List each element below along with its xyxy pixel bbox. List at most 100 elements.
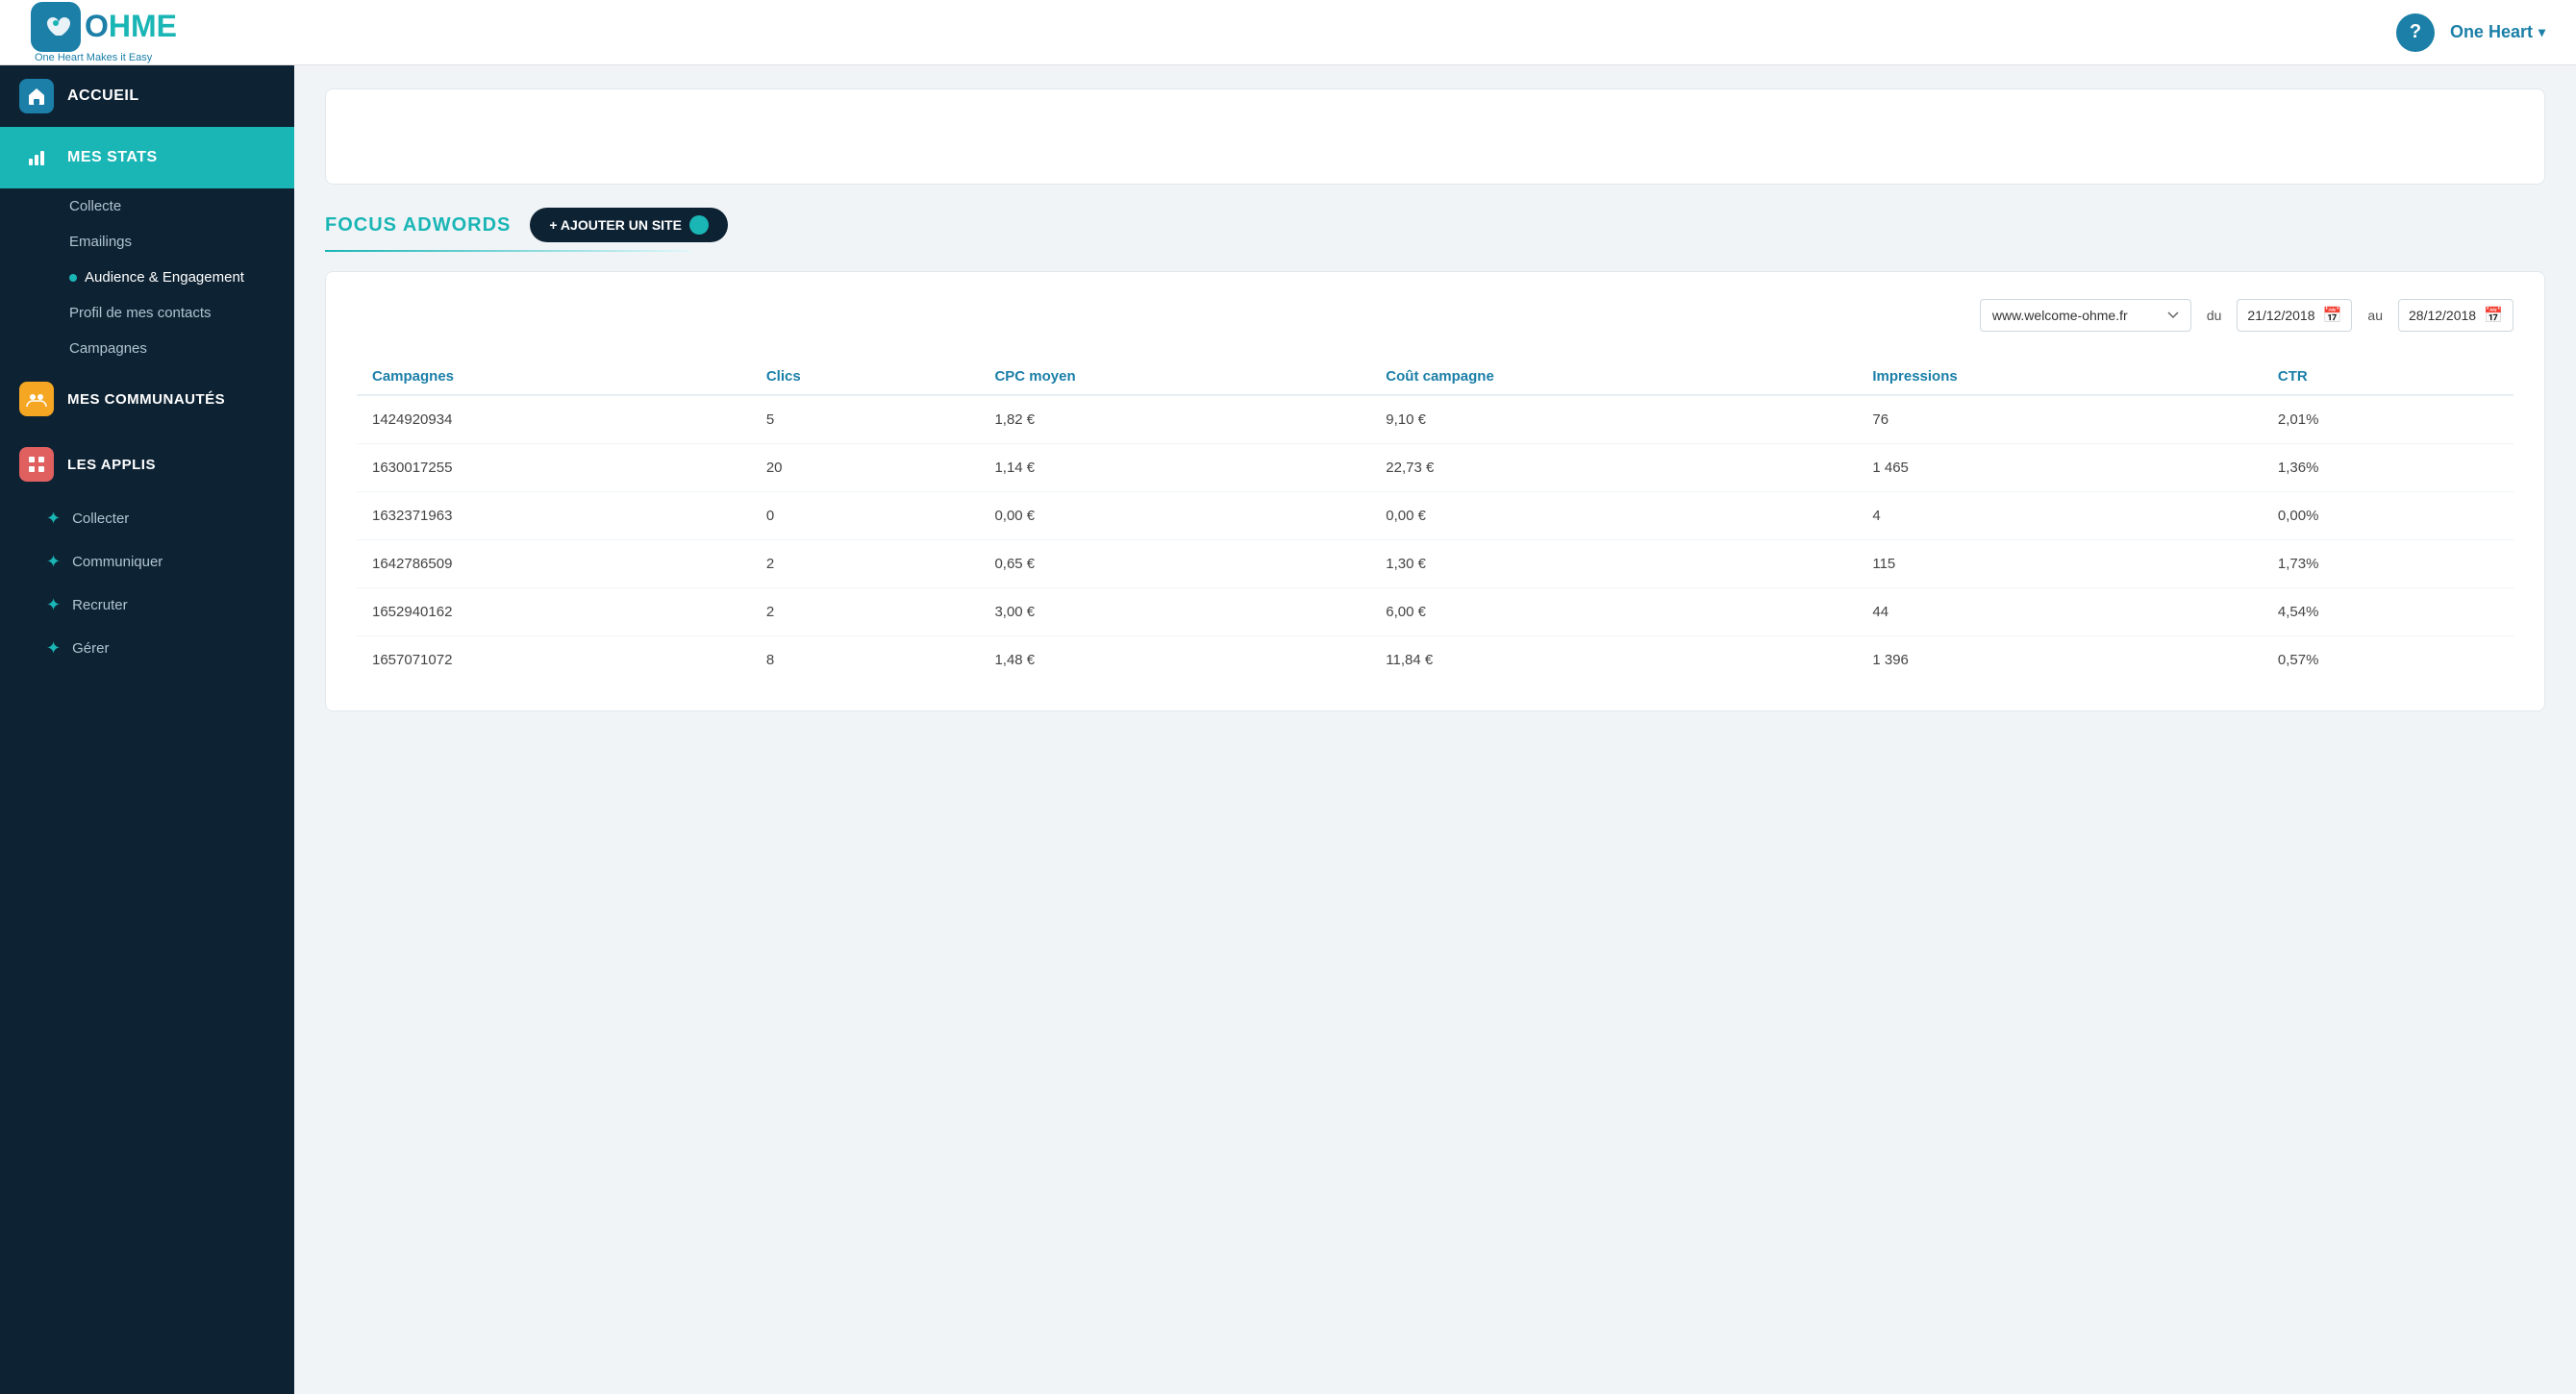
toggle-dot-icon (689, 215, 709, 235)
col-cpc[interactable]: CPC moyen (979, 359, 1370, 395)
sidebar-stats-label: MES STATS (67, 149, 158, 166)
top-header: OHME One Heart Makes it Easy ? One Heart… (0, 0, 2576, 65)
sidebar-subitem-emailings[interactable]: Emailings (0, 224, 294, 260)
sidebar-item-communautes[interactable]: MES COMMUNAUTÉS (0, 366, 294, 432)
add-site-button[interactable]: + AJOUTER UN SITE (530, 208, 728, 242)
cell-cpc: 1,82 € (979, 395, 1370, 444)
main-content: FOCUS ADWORDS + AJOUTER UN SITE www.welc… (294, 65, 2576, 1394)
sidebar-item-accueil[interactable]: ACCUEIL (0, 65, 294, 127)
col-campagnes[interactable]: Campagnes (357, 359, 751, 395)
cell-cout: 6,00 € (1370, 588, 1857, 636)
cell-cpc: 1,14 € (979, 444, 1370, 492)
header-right: ? One Heart ▾ (2396, 13, 2545, 52)
cell-ctr: 2,01% (2263, 395, 2513, 444)
cell-ctr: 0,57% (2263, 636, 2513, 685)
cell-cpc: 0,00 € (979, 492, 1370, 540)
date-to-label: au (2367, 308, 2383, 323)
sidebar-app-communiquer[interactable]: ✦ Communiquer (0, 540, 294, 584)
wrench-communiquer-icon: ✦ (46, 552, 61, 572)
cell-campagne: 1657071072 (357, 636, 751, 685)
cell-campagne: 1424920934 (357, 395, 751, 444)
col-clics[interactable]: Clics (751, 359, 980, 395)
profil-label: Profil de mes contacts (69, 305, 212, 321)
logo-subtitle: One Heart Makes it Easy (35, 52, 152, 63)
apps-icon (19, 447, 54, 482)
collecte-label: Collecte (69, 198, 121, 214)
cell-cout: 0,00 € (1370, 492, 1857, 540)
cell-ctr: 1,73% (2263, 540, 2513, 588)
col-ctr[interactable]: CTR (2263, 359, 2513, 395)
sidebar-subitem-collecte[interactable]: Collecte (0, 188, 294, 224)
sidebar-item-applis[interactable]: LES APPLIS (0, 432, 294, 497)
wrench-gerer-icon: ✦ (46, 638, 61, 659)
home-icon (19, 79, 54, 113)
sidebar-item-mes-stats[interactable]: MES STATS (0, 127, 294, 188)
audience-label: Audience & Engagement (85, 269, 244, 286)
audience-dot (69, 274, 77, 282)
table-row: 165707107281,48 €11,84 €1 3960,57% (357, 636, 2513, 685)
top-card (325, 88, 2545, 185)
sidebar-subitem-campagnes[interactable]: Campagnes (0, 331, 294, 366)
cell-cout: 1,30 € (1370, 540, 1857, 588)
cell-campagne: 1630017255 (357, 444, 751, 492)
community-icon (19, 382, 54, 416)
cell-ctr: 1,36% (2263, 444, 2513, 492)
table-row: 164278650920,65 €1,30 €1151,73% (357, 540, 2513, 588)
focus-section: FOCUS ADWORDS + AJOUTER UN SITE www.welc… (325, 208, 2545, 711)
collecter-label: Collecter (72, 510, 129, 527)
cell-clics: 20 (751, 444, 980, 492)
col-impressions[interactable]: Impressions (1857, 359, 2263, 395)
site-select[interactable]: www.welcome-ohme.fr (1980, 299, 2191, 332)
calendar-to-icon: 📅 (2484, 306, 2503, 325)
gerer-label: Gérer (72, 640, 109, 657)
wrench-collecter-icon: ✦ (46, 509, 61, 529)
body-layout: ACCUEIL MES STATS Collecte Emailings Aud… (0, 65, 2576, 1394)
cell-ctr: 4,54% (2263, 588, 2513, 636)
cell-cpc: 1,48 € (979, 636, 1370, 685)
sidebar-app-recruter[interactable]: ✦ Recruter (0, 584, 294, 627)
sidebar-subitem-audience[interactable]: Audience & Engagement (0, 260, 294, 295)
cell-campagne: 1652940162 (357, 588, 751, 636)
sidebar-accueil-label: ACCUEIL (67, 87, 139, 105)
cell-cout: 9,10 € (1370, 395, 1857, 444)
sidebar: ACCUEIL MES STATS Collecte Emailings Aud… (0, 65, 294, 1394)
adwords-table: Campagnes Clics CPC moyen Coût campagne … (357, 359, 2513, 684)
logo-icon (31, 2, 81, 52)
user-chevron-icon: ▾ (2538, 24, 2545, 40)
focus-title: FOCUS ADWORDS (325, 214, 511, 236)
help-button[interactable]: ? (2396, 13, 2435, 52)
col-cout[interactable]: Coût campagne (1370, 359, 1857, 395)
wrench-recruter-icon: ✦ (46, 595, 61, 615)
emailings-label: Emailings (69, 234, 132, 250)
cell-cout: 22,73 € (1370, 444, 1857, 492)
cell-clics: 0 (751, 492, 980, 540)
communautes-label: MES COMMUNAUTÉS (67, 391, 225, 408)
date-from-label: du (2207, 308, 2222, 323)
cell-impressions: 1 396 (1857, 636, 2263, 685)
user-menu[interactable]: One Heart ▾ (2450, 22, 2545, 42)
cell-cpc: 0,65 € (979, 540, 1370, 588)
sidebar-subitem-profil[interactable]: Profil de mes contacts (0, 295, 294, 331)
cell-clics: 2 (751, 540, 980, 588)
date-to-value: 28/12/2018 (2409, 308, 2476, 323)
cell-impressions: 115 (1857, 540, 2263, 588)
table-card: www.welcome-ohme.fr du 21/12/2018 📅 au 2… (325, 271, 2545, 711)
sidebar-app-gerer[interactable]: ✦ Gérer (0, 627, 294, 670)
date-from-input[interactable]: 21/12/2018 📅 (2237, 299, 2352, 332)
cell-campagne: 1642786509 (357, 540, 751, 588)
campagnes-label: Campagnes (69, 340, 147, 357)
date-to-input[interactable]: 28/12/2018 📅 (2398, 299, 2513, 332)
cell-clics: 5 (751, 395, 980, 444)
cell-clics: 8 (751, 636, 980, 685)
cell-impressions: 44 (1857, 588, 2263, 636)
logo-area: OHME One Heart Makes it Easy (31, 2, 177, 63)
focus-header: FOCUS ADWORDS + AJOUTER UN SITE (325, 208, 2545, 242)
applis-label: LES APPLIS (67, 457, 156, 473)
date-from-value: 21/12/2018 (2247, 308, 2314, 323)
cell-impressions: 1 465 (1857, 444, 2263, 492)
sidebar-app-collecter[interactable]: ✦ Collecter (0, 497, 294, 540)
recruter-label: Recruter (72, 597, 128, 613)
cell-impressions: 76 (1857, 395, 2263, 444)
calendar-from-icon: 📅 (2323, 306, 2342, 325)
cell-impressions: 4 (1857, 492, 2263, 540)
